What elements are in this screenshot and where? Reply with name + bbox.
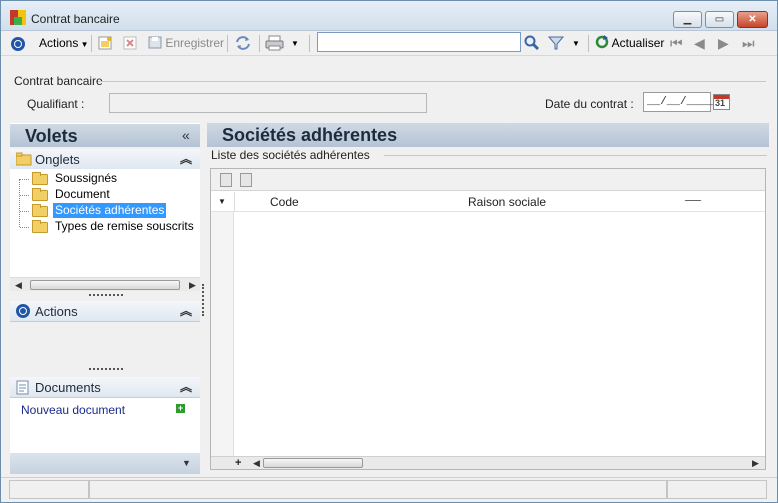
volets-footer: ▼: [10, 453, 200, 474]
filter-dropdown-icon[interactable]: ▼: [572, 34, 580, 53]
calendar-icon[interactable]: 31: [713, 94, 730, 110]
last-icon[interactable]: ⏭: [742, 34, 755, 53]
refresh-icon: [595, 35, 609, 49]
save-button[interactable]: Enregistrer: [148, 34, 224, 53]
status-cell: [89, 480, 667, 499]
grid-edit-icon[interactable]: [240, 173, 252, 187]
vertical-splitter[interactable]: [202, 284, 204, 316]
volets-title: Volets: [25, 126, 78, 146]
sort-indicator-icon: [684, 200, 702, 201]
print-dropdown-icon[interactable]: ▼: [291, 34, 299, 53]
scroll-left-icon[interactable]: ◀: [15, 280, 22, 291]
actions-menu-button[interactable]: Actions ▼: [39, 34, 89, 53]
grid-horizontal-scrollbar[interactable]: + ◀ ▶: [211, 456, 765, 469]
chevron-down-icon[interactable]: ▼: [182, 458, 191, 468]
column-header-raison-sociale[interactable]: Raison sociale: [468, 195, 546, 209]
toolbar-separator: [309, 35, 310, 52]
main-header: Sociétés adhérentes: [207, 123, 769, 147]
scroll-right-icon[interactable]: ▶: [189, 280, 196, 291]
page-title: Sociétés adhérentes: [222, 125, 398, 145]
new-document-link[interactable]: Nouveau document: [21, 403, 125, 417]
volets-header: Volets «: [10, 123, 200, 147]
chevron-up-icon[interactable]: ︽: [180, 378, 192, 395]
chevron-up-icon[interactable]: ︽: [180, 302, 192, 319]
filter-icon[interactable]: [547, 35, 565, 54]
folder-icon: [15, 152, 32, 169]
toolbar-separator: [227, 35, 228, 52]
documents-pane-title: Documents: [35, 380, 101, 395]
documents-pane-header[interactable]: Documents ︽: [10, 377, 200, 398]
folder-icon: [32, 172, 48, 185]
grid-toolbar: [211, 169, 765, 191]
documents-pane-body: Nouveau document +: [10, 398, 200, 453]
window-title: Contrat bancaire: [31, 12, 120, 26]
folder-open-icon: [32, 204, 48, 217]
actions-ring-icon[interactable]: [11, 34, 25, 53]
collapse-icon[interactable]: «: [182, 127, 190, 143]
status-cell: [9, 480, 89, 499]
column-menu-icon[interactable]: ▼: [218, 197, 226, 206]
document-icon: [16, 380, 30, 398]
tree-connector: [19, 179, 20, 227]
splitter-grip[interactable]: [89, 294, 123, 296]
next-icon[interactable]: ▶: [718, 34, 729, 53]
actions-pane-title: Actions: [35, 304, 78, 319]
add-row-icon[interactable]: +: [235, 457, 241, 469]
minimize-button[interactable]: ▁: [673, 11, 702, 28]
app-icon: [10, 10, 26, 25]
actions-ring-icon: [16, 303, 30, 318]
save-icon: [148, 36, 162, 49]
folder-icon: [32, 220, 48, 233]
row-selector-strip: [211, 212, 234, 456]
status-bar: [1, 477, 777, 502]
scroll-thumb[interactable]: [30, 280, 180, 290]
first-icon[interactable]: ⏮: [670, 34, 683, 53]
toolbar-separator: [91, 35, 92, 52]
column-header-code[interactable]: Code: [270, 195, 299, 209]
date-field[interactable]: __/__/____: [643, 92, 713, 112]
qualifiant-label: Qualifiant :: [27, 97, 85, 111]
tree-horizontal-scrollbar[interactable]: ◀ ▶: [10, 277, 200, 291]
scroll-right-icon[interactable]: ▶: [752, 458, 759, 469]
actions-menu-label: Actions: [39, 36, 79, 50]
onglets-tree: Soussignés Document Sociétés adhérentes …: [10, 169, 200, 277]
close-button[interactable]: ✕: [737, 11, 768, 28]
search-input[interactable]: [318, 33, 520, 51]
refresh-button[interactable]: Actualiser: [595, 34, 664, 53]
scroll-left-icon[interactable]: ◀: [253, 458, 260, 469]
folder-icon: [32, 188, 48, 201]
list-caption: Liste des sociétés adhérentes: [211, 148, 370, 162]
window: Contrat bancaire ▁ ▭ ✕ Actions ▼ Enregis…: [0, 0, 778, 503]
section-divider: [98, 81, 766, 82]
grid-header: ▼ Code Raison sociale: [211, 192, 765, 212]
toolbar-separator: [588, 35, 589, 52]
title-bar: Contrat bancaire ▁ ▭ ✕: [1, 1, 777, 31]
onglets-title: Onglets: [35, 152, 80, 167]
qualifiant-field[interactable]: [109, 93, 427, 113]
previous-icon[interactable]: ◀: [694, 34, 705, 53]
actions-pane-header[interactable]: Actions ︽: [10, 301, 200, 322]
grid-new-icon[interactable]: [220, 173, 232, 187]
splitter-grip[interactable]: [89, 368, 123, 370]
list-divider: [384, 155, 767, 156]
search-icon[interactable]: [524, 35, 540, 54]
status-cell: [667, 480, 767, 499]
chevron-up-icon[interactable]: ︽: [180, 150, 192, 167]
sync-icon[interactable]: [234, 35, 252, 54]
section-title: Contrat bancaire: [14, 74, 103, 88]
actions-pane-body: [10, 323, 200, 370]
refresh-label: Actualiser: [611, 36, 665, 50]
toolbar-separator: [259, 35, 260, 52]
add-document-icon[interactable]: +: [176, 404, 185, 413]
scroll-thumb[interactable]: [263, 458, 363, 468]
search-field[interactable]: [317, 32, 521, 52]
delete-icon[interactable]: [123, 36, 137, 55]
save-label: Enregistrer: [165, 36, 225, 50]
date-label: Date du contrat :: [545, 97, 634, 111]
new-record-icon[interactable]: [98, 36, 112, 55]
print-icon[interactable]: [265, 35, 285, 54]
maximize-button[interactable]: ▭: [705, 11, 734, 28]
societes-grid: ▼ Code Raison sociale + ◀ ▶: [210, 168, 766, 470]
onglets-header[interactable]: Onglets ︽: [10, 149, 200, 170]
